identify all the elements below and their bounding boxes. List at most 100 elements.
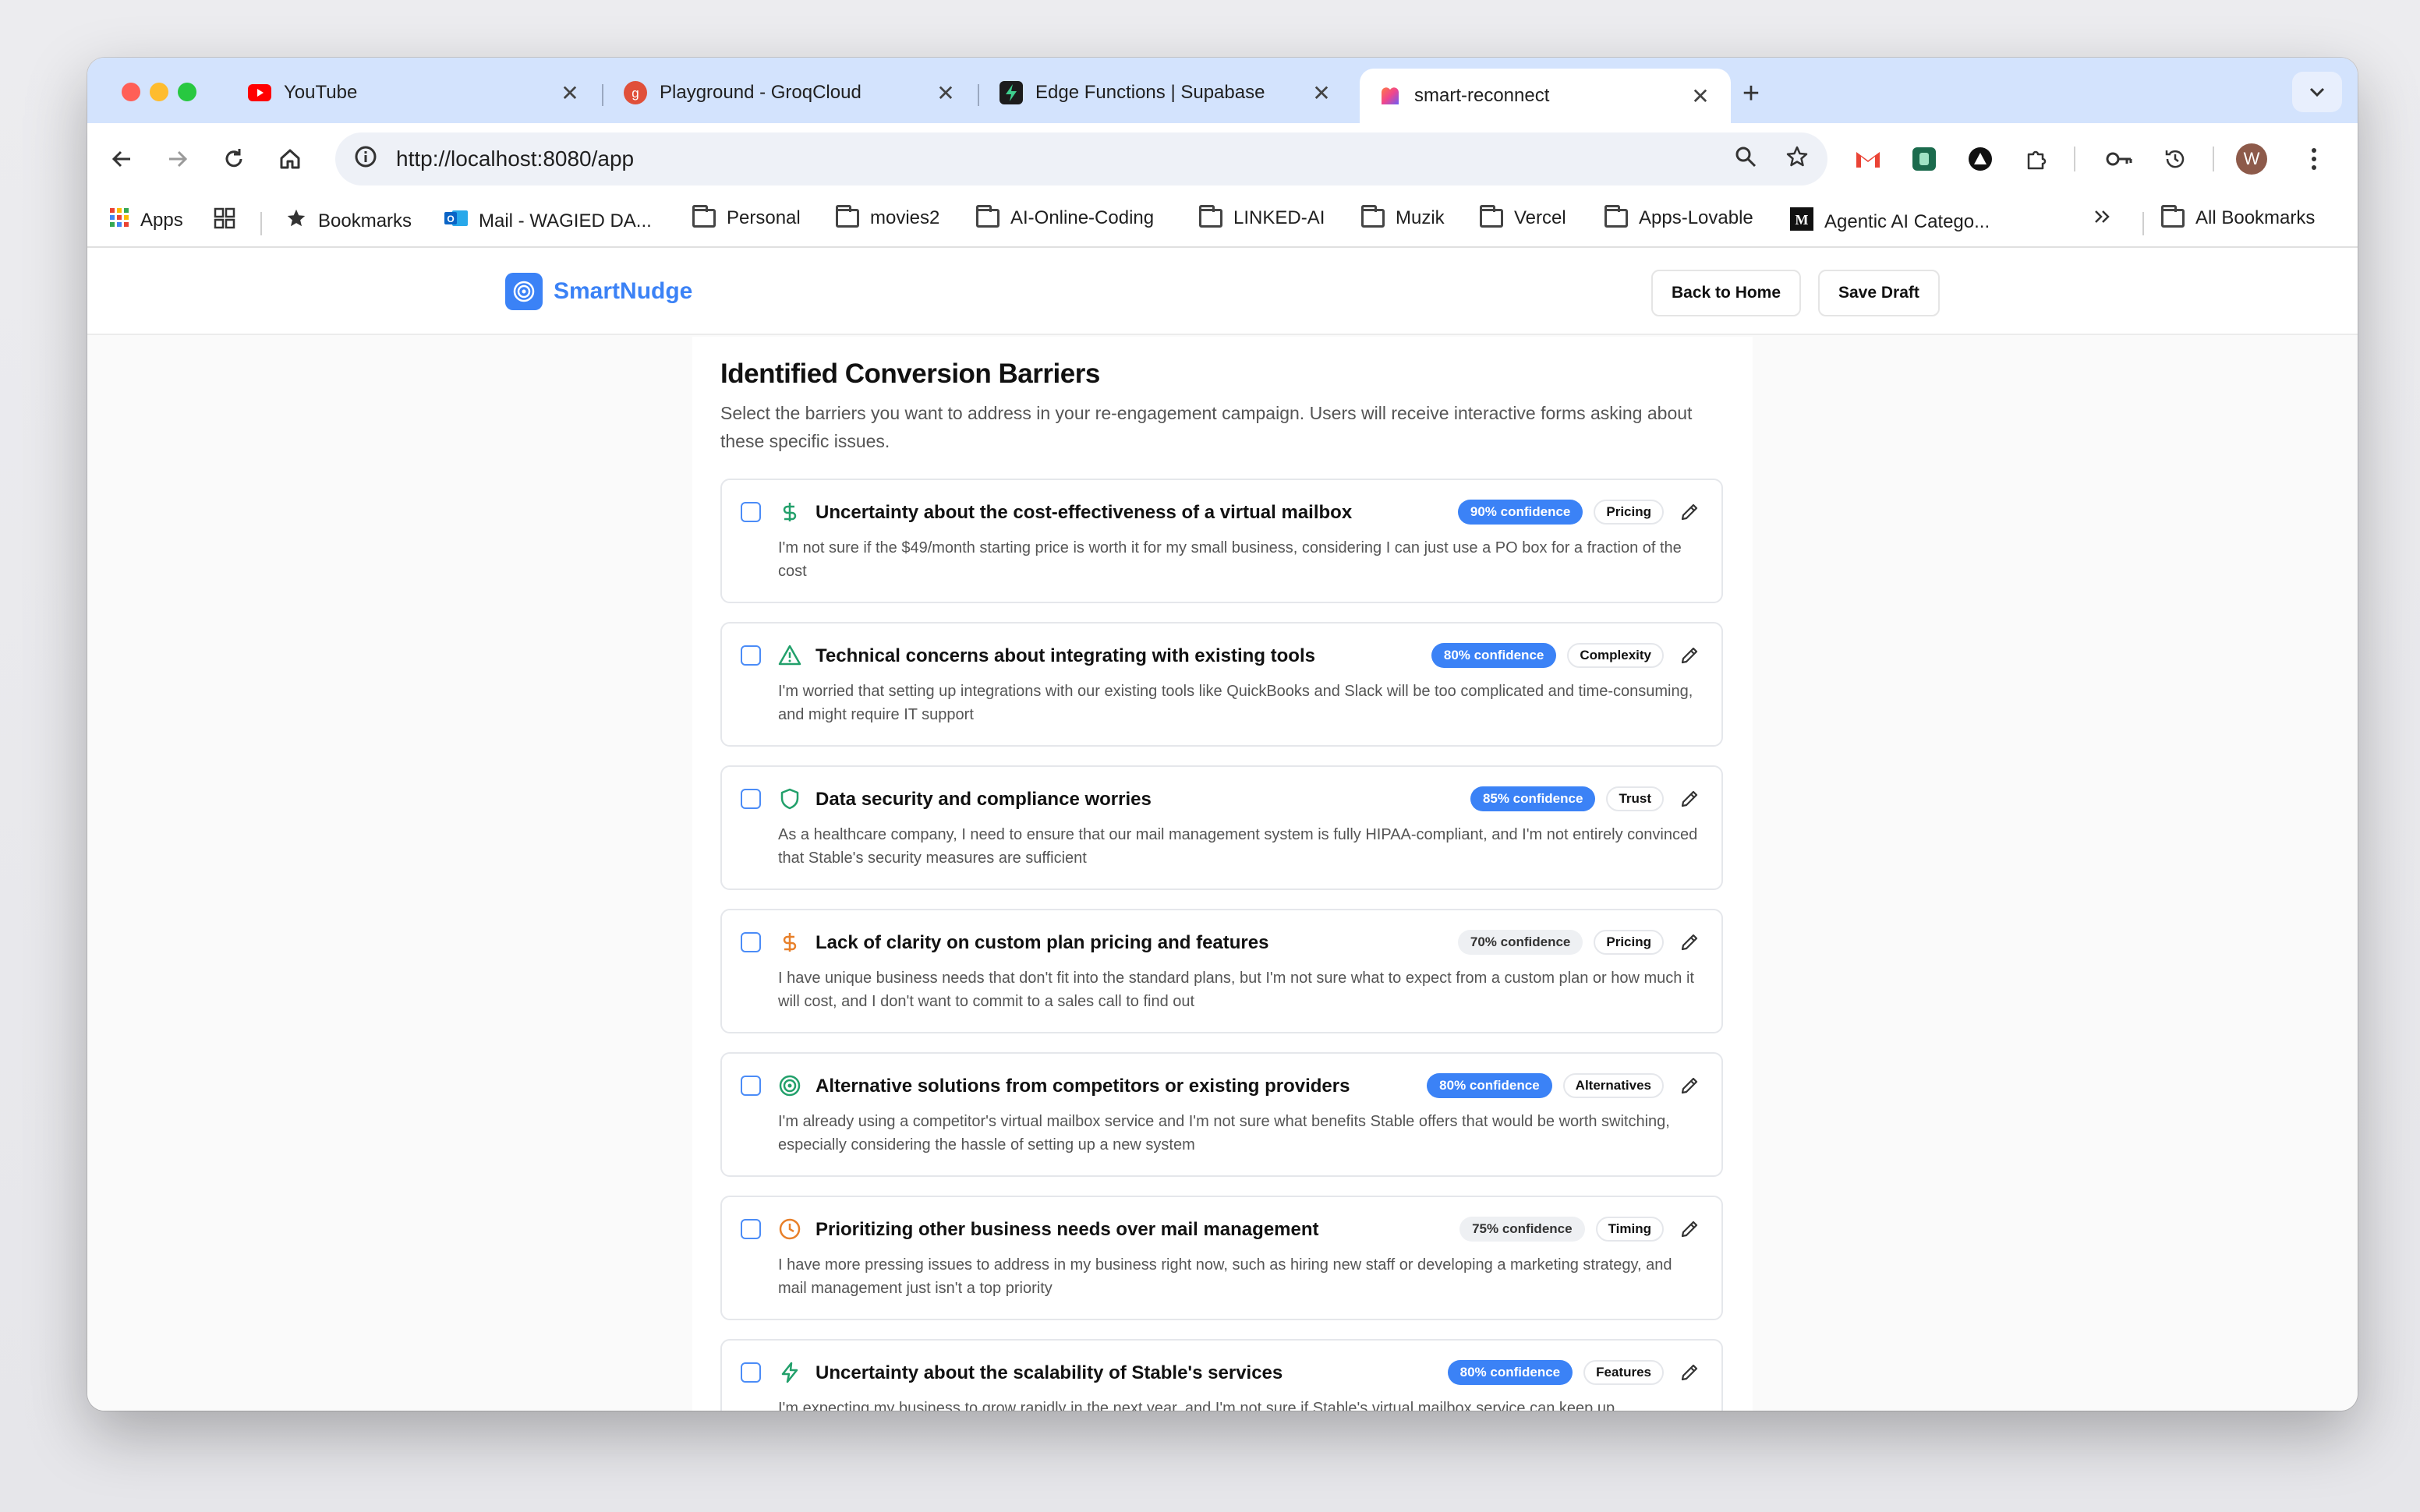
- barrier-card[interactable]: Prioritizing other business needs over m…: [720, 1196, 1723, 1320]
- bookmark-star-icon[interactable]: [1785, 145, 1809, 174]
- bookmark-all-bookmarks[interactable]: All Bookmarks: [2161, 205, 2316, 229]
- barrier-checkbox[interactable]: [741, 645, 761, 666]
- barrier-checkbox[interactable]: [741, 1219, 761, 1239]
- bookmark-folder-vercel[interactable]: Vercel: [1480, 205, 1566, 229]
- barrier-title: Uncertainty about the scalability of Sta…: [816, 1362, 1283, 1383]
- window-close-button[interactable]: [122, 83, 140, 101]
- tab-smart-reconnect[interactable]: smart-reconnect ✕: [1360, 69, 1731, 123]
- url-text[interactable]: http://localhost:8080/app: [396, 147, 1715, 171]
- barrier-meta: 75% confidence Timing: [1459, 1214, 1704, 1244]
- tab-groqcloud[interactable]: g Playground - GroqCloud ✕: [605, 69, 976, 117]
- zoom-icon[interactable]: [1734, 145, 1757, 174]
- barrier-card[interactable]: Uncertainty about the cost-effectiveness…: [720, 479, 1723, 603]
- bookmark-folder-movies2[interactable]: movies2: [836, 205, 940, 229]
- bookmark-label: movies2: [870, 207, 940, 228]
- barrier-meta: 85% confidence Trust: [1470, 784, 1704, 814]
- pencil-edit-icon[interactable]: [1675, 641, 1704, 670]
- new-tab-button[interactable]: +: [1734, 76, 1768, 111]
- tab-youtube[interactable]: YouTube ✕: [229, 69, 600, 117]
- barrier-card[interactable]: Uncertainty about the scalability of Sta…: [720, 1339, 1723, 1411]
- folder-icon: [976, 205, 999, 228]
- barrier-description: I'm expecting my business to grow rapidl…: [778, 1400, 1615, 1411]
- shield-icon: [777, 786, 803, 812]
- lovable-icon: [1378, 84, 1402, 108]
- barrier-card[interactable]: Data security and compliance worries 85%…: [720, 765, 1723, 890]
- category-badge: Pricing: [1594, 500, 1664, 525]
- brand-logo[interactable]: SmartNudge: [505, 273, 692, 310]
- toolbar-divider: [2074, 147, 2075, 171]
- barrier-checkbox[interactable]: [741, 789, 761, 809]
- barrier-description: I'm worried that setting up integrations…: [778, 683, 1693, 723]
- window-minimize-button[interactable]: [150, 83, 168, 101]
- close-tab-icon[interactable]: ✕: [934, 80, 957, 106]
- barrier-card[interactable]: Alternative solutions from competitors o…: [720, 1052, 1723, 1177]
- password-key-icon[interactable]: [2100, 140, 2138, 178]
- bookmark-folder-apps-lovable[interactable]: Apps-Lovable: [1604, 205, 1753, 229]
- bookmark-label: AI-Online-Coding: [1010, 207, 1155, 228]
- folder-icon: [692, 205, 716, 228]
- back-arrow-icon[interactable]: [103, 140, 140, 178]
- tab-title: YouTube: [284, 82, 358, 103]
- chevron-down-icon: [2309, 87, 2325, 97]
- barrier-description: As a healthcare company, I need to ensur…: [778, 826, 1698, 867]
- window-maximize-button[interactable]: [178, 83, 196, 101]
- bookmark-apps[interactable]: Apps: [109, 207, 183, 233]
- pencil-edit-icon[interactable]: [1675, 1358, 1704, 1387]
- barrier-checkbox[interactable]: [741, 1362, 761, 1383]
- barrier-card[interactable]: Technical concerns about integrating wit…: [720, 622, 1723, 747]
- save-draft-button[interactable]: Save Draft: [1818, 270, 1940, 316]
- tab-title: Playground - GroqCloud: [660, 82, 862, 103]
- pencil-edit-icon[interactable]: [1675, 497, 1704, 527]
- history-icon[interactable]: [2156, 140, 2194, 178]
- reload-icon[interactable]: [215, 140, 253, 178]
- target-logo-icon: [505, 273, 543, 310]
- pencil-edit-icon[interactable]: [1675, 1214, 1704, 1244]
- tab-title: Edge Functions | Supabase: [1035, 82, 1265, 103]
- home-icon[interactable]: [271, 140, 309, 178]
- tab-search-button[interactable]: [2292, 72, 2342, 112]
- bookmarks-overflow-icon[interactable]: [2093, 207, 2111, 226]
- barrier-checkbox[interactable]: [741, 1076, 761, 1096]
- bookmark-folder-ai-online-coding[interactable]: AI-Online-Coding: [976, 205, 1155, 229]
- bookmark-folder-muzik[interactable]: Muzik: [1361, 205, 1445, 229]
- barrier-card[interactable]: Lack of clarity on custom plan pricing a…: [720, 909, 1723, 1033]
- bookmark-label: Apps-Lovable: [1639, 207, 1753, 228]
- tab-divider: [602, 84, 603, 106]
- back-to-home-button[interactable]: Back to Home: [1651, 270, 1802, 316]
- bookmark-folder-linked-ai[interactable]: LINKED-AI: [1199, 205, 1325, 229]
- extension-green-icon[interactable]: [1905, 140, 1943, 178]
- pencil-edit-icon[interactable]: [1675, 927, 1704, 957]
- bookmark-agentic[interactable]: M Agentic AI Catego...: [1790, 207, 1990, 236]
- pencil-edit-icon[interactable]: [1675, 784, 1704, 814]
- barrier-checkbox[interactable]: [741, 502, 761, 522]
- category-badge: Alternatives: [1562, 1073, 1664, 1098]
- close-tab-icon[interactable]: ✕: [558, 80, 582, 106]
- dollar-icon: [777, 499, 803, 525]
- bookmark-label: All Bookmarks: [2195, 207, 2316, 228]
- pencil-edit-icon[interactable]: [1675, 1071, 1704, 1100]
- bookmark-bookmarks[interactable]: Bookmarks: [285, 207, 412, 235]
- forward-arrow-icon[interactable]: [159, 140, 196, 178]
- barrier-description: I have unique business needs that don't …: [778, 970, 1694, 1010]
- barrier-checkbox[interactable]: [741, 932, 761, 952]
- gmail-icon[interactable]: [1849, 140, 1887, 178]
- close-tab-icon[interactable]: ✕: [1310, 80, 1333, 106]
- address-bar[interactable]: http://localhost:8080/app: [335, 132, 1827, 185]
- toolbar-divider: [2213, 147, 2214, 171]
- extensions-puzzle-icon[interactable]: [2018, 140, 2055, 178]
- more-menu-icon[interactable]: [2295, 140, 2333, 178]
- confidence-badge: 80% confidence: [1447, 1360, 1573, 1385]
- supabase-icon: [999, 81, 1023, 104]
- profile-avatar[interactable]: W: [2236, 143, 2267, 175]
- extension-triangle-icon[interactable]: [1962, 140, 1999, 178]
- barrier-description: I'm not sure if the $49/month starting p…: [778, 539, 1682, 580]
- outlook-icon: O: [444, 207, 468, 235]
- site-info-icon[interactable]: [354, 145, 377, 174]
- tab-groups-icon[interactable]: [214, 207, 235, 229]
- category-badge: Pricing: [1594, 930, 1664, 955]
- tab-supabase[interactable]: Edge Functions | Supabase ✕: [981, 69, 1352, 117]
- bookmark-folder-personal[interactable]: Personal: [692, 205, 801, 229]
- apps-grid-icon: [109, 207, 129, 233]
- close-tab-icon[interactable]: ✕: [1689, 83, 1712, 109]
- bookmark-mail[interactable]: O Mail - WAGIED DA...: [444, 207, 652, 235]
